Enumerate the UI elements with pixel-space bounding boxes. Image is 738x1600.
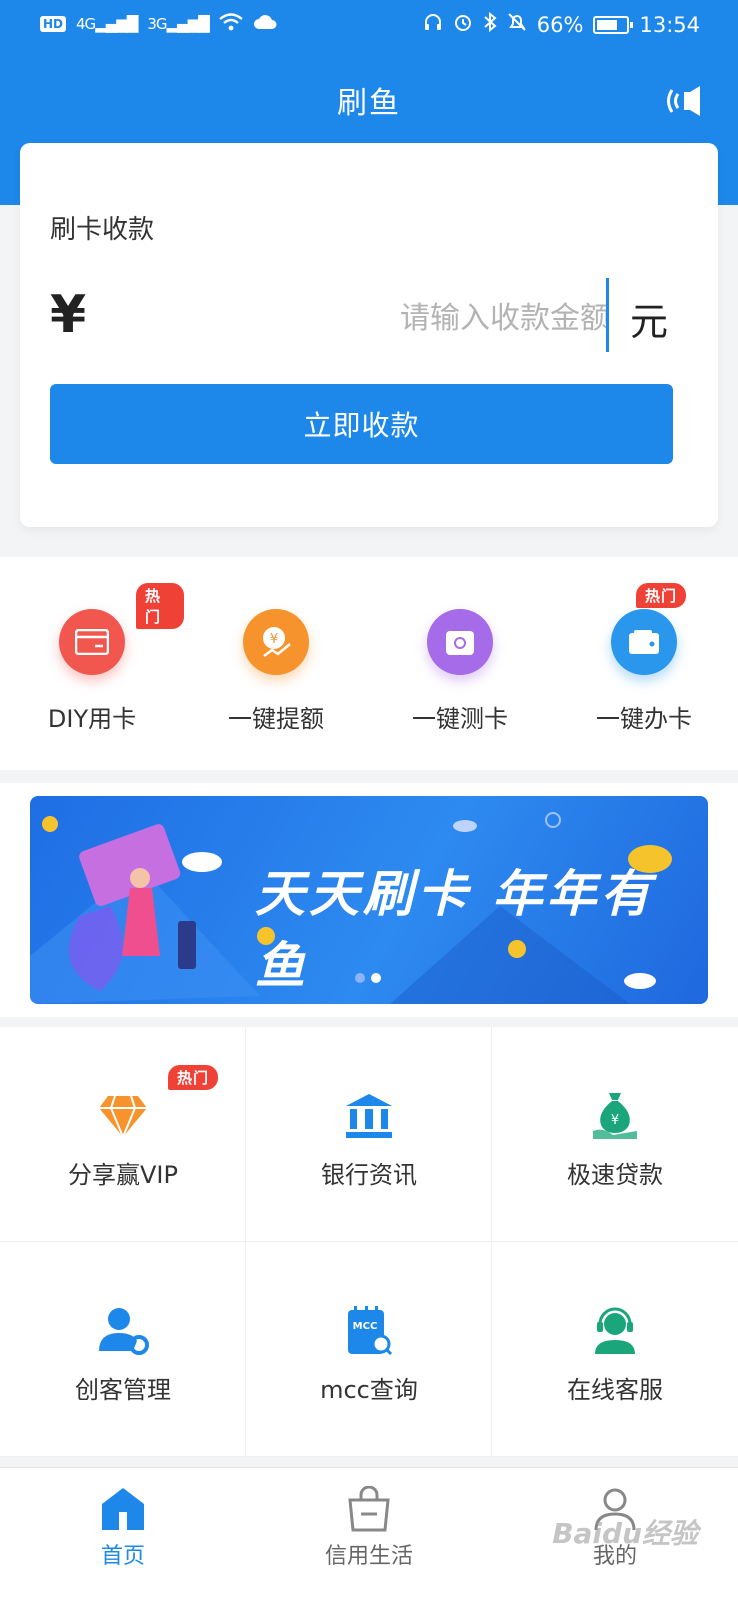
collect-now-button[interactable]: 立即收款: [50, 384, 673, 464]
speaker-icon: [667, 86, 700, 116]
currency-unit: 元: [630, 300, 669, 344]
quick-action-label: 一键提额: [228, 705, 324, 733]
collect-label: 刷卡收款: [50, 215, 155, 245]
service-online-support[interactable]: 在线客服: [492, 1242, 738, 1457]
quick-action-apply-card[interactable]: 热门 一键办卡: [552, 557, 736, 770]
amount-input[interactable]: [170, 288, 610, 348]
hot-badge: 热门: [136, 583, 184, 629]
tab-label: 信用生活: [324, 1544, 413, 1569]
service-label: mcc查询: [320, 1376, 418, 1404]
headset-agent-icon: [588, 1304, 642, 1358]
collect-card: 刷卡收款 ¥ 元 立即收款: [20, 143, 718, 527]
svg-text:MCC: MCC: [353, 1321, 378, 1332]
quick-action-raise-limit[interactable]: ¥ 一键提额: [184, 557, 368, 770]
headphones-icon: [423, 12, 443, 37]
watermark: Baidu经验: [552, 1517, 698, 1550]
page-title: 刷鱼: [337, 86, 401, 121]
quick-action-test-card[interactable]: 一键测卡: [368, 557, 552, 770]
bank-icon: [342, 1089, 396, 1143]
diamond-icon: [96, 1089, 150, 1143]
service-label: 极速贷款: [567, 1161, 663, 1189]
quick-action-label: 一键测卡: [412, 705, 508, 733]
battery-percent: 66%: [536, 12, 584, 37]
service-share-vip[interactable]: 热门 分享赢VIP: [0, 1027, 246, 1242]
service-mcc-query[interactable]: MCC mcc查询: [246, 1242, 492, 1457]
cloud-icon: [253, 12, 277, 36]
banner-section: 天天刷卡 年年有鱼: [0, 783, 738, 1017]
card-test-icon: [427, 609, 493, 675]
service-bank-news[interactable]: 银行资讯: [246, 1027, 492, 1242]
svg-text:¥: ¥: [611, 1113, 619, 1128]
promo-banner[interactable]: 天天刷卡 年年有鱼: [30, 796, 708, 1004]
wifi-icon: [218, 12, 243, 36]
service-grid: 热门 分享赢VIP 银行资讯 ¥ 极速贷款 创客管理 MCC mcc查询 在线客…: [0, 1027, 738, 1457]
alarm-icon: [453, 12, 473, 37]
clock-time: 13:54: [639, 12, 700, 37]
bluetooth-icon: [483, 11, 497, 37]
svg-text:¥: ¥: [270, 632, 278, 647]
service-label: 在线客服: [567, 1376, 663, 1404]
hot-badge: 热门: [168, 1065, 219, 1090]
signal-3g-icon: 3G▂▄▆█: [147, 15, 209, 33]
service-label: 分享赢VIP: [68, 1161, 178, 1189]
hot-badge: 热门: [636, 583, 687, 608]
quick-actions: 热门 DIY用卡 ¥ 一键提额 一键测卡 热门 一键办卡: [0, 557, 738, 770]
text-cursor: [606, 278, 609, 352]
service-fast-loan[interactable]: ¥ 极速贷款: [492, 1027, 738, 1242]
mute-bell-icon: [507, 12, 527, 37]
service-label: 银行资讯: [321, 1161, 417, 1189]
card-icon: [59, 609, 125, 675]
banner-slogan: 天天刷卡 年年有鱼: [255, 865, 655, 995]
mcc-search-icon: MCC: [342, 1304, 396, 1358]
wallet-icon: [611, 609, 677, 675]
tab-label: 首页: [100, 1544, 145, 1569]
service-label: 创客管理: [75, 1376, 171, 1404]
hd-badge: HD: [40, 16, 67, 32]
money-bag-icon: ¥: [588, 1089, 642, 1143]
tab-credit-life[interactable]: 信用生活: [246, 1468, 492, 1600]
status-bar: HD 4G▂▄▆█ 3G▂▄▆█ 66% 13:54: [0, 0, 738, 52]
currency-symbol: ¥: [50, 285, 87, 345]
yen-trend-icon: ¥: [243, 609, 309, 675]
service-maker-management[interactable]: 创客管理: [0, 1242, 246, 1457]
shopping-bag-icon: [348, 1486, 390, 1532]
battery-icon: [593, 15, 634, 34]
quick-action-label: 一键办卡: [596, 705, 692, 733]
speaker-button[interactable]: [666, 84, 706, 118]
user-gear-icon: [96, 1304, 150, 1358]
signal-4g-icon: 4G▂▄▆█: [76, 15, 138, 33]
home-icon: [102, 1488, 144, 1530]
quick-action-label: DIY用卡: [47, 705, 137, 733]
tab-home[interactable]: 首页: [0, 1468, 246, 1600]
quick-action-diy-card[interactable]: 热门 DIY用卡: [0, 557, 184, 770]
